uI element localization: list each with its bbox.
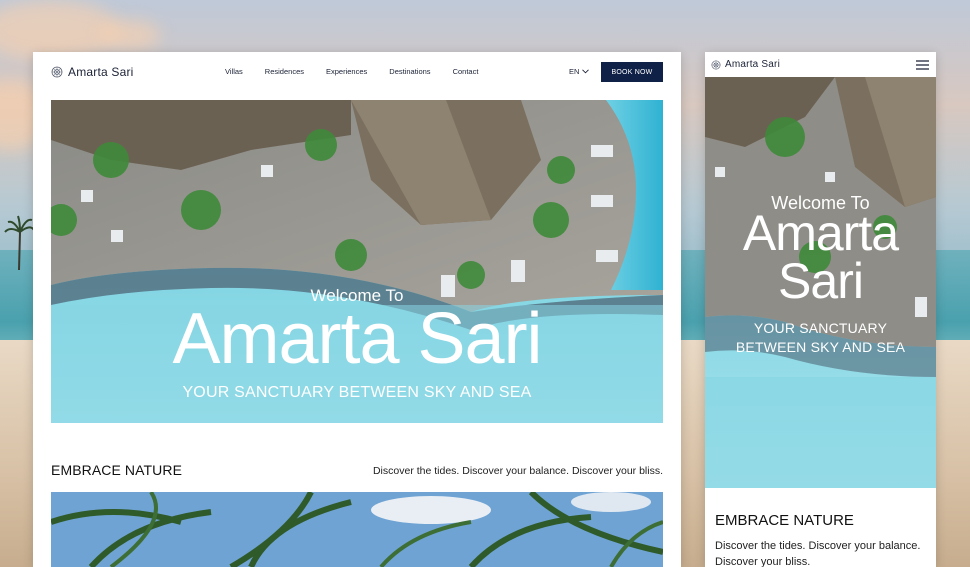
- nav-contact[interactable]: Contact: [453, 67, 479, 76]
- mobile-hero-subtitle-line2: BETWEEN SKY AND SEA: [735, 339, 906, 355]
- language-selector[interactable]: EN: [569, 67, 590, 76]
- background-cloud: [100, 20, 160, 50]
- mobile-brand-name: Amarta Sari: [725, 59, 780, 70]
- brand-logo[interactable]: Amarta Sari: [51, 65, 134, 79]
- language-label: EN: [569, 67, 580, 76]
- nav-residences[interactable]: Residences: [265, 67, 304, 76]
- logo-mark-icon: [711, 60, 721, 69]
- logo-mark-icon: [51, 66, 63, 78]
- mobile-preview: Amarta Sari Welcome To Amarta Sari YOUR …: [705, 52, 936, 567]
- hero-image: Welcome To Amarta Sari YOUR SANCTUARY BE…: [51, 100, 663, 423]
- main-menu: Villas Residences Experiences Destinatio…: [225, 67, 478, 76]
- section-title: EMBRACE NATURE: [51, 462, 183, 478]
- hamburger-menu-icon[interactable]: [916, 60, 929, 70]
- nav-experiences[interactable]: Experiences: [326, 67, 367, 76]
- hero-title: Amarta Sari: [172, 299, 542, 379]
- palm-sky-photo: [51, 492, 663, 567]
- chevron-down-icon: [582, 69, 590, 74]
- hero-subtitle: YOUR SANCTUARY BETWEEN SKY AND SEA: [182, 384, 532, 401]
- mobile-brand-logo[interactable]: Amarta Sari: [711, 59, 780, 70]
- nav-destinations[interactable]: Destinations: [389, 67, 430, 76]
- mobile-navbar: Amarta Sari: [705, 52, 936, 77]
- brand-name: Amarta Sari: [68, 65, 134, 79]
- mobile-hero-title: Amarta Sari: [705, 205, 936, 309]
- book-now-button[interactable]: BOOK NOW: [601, 62, 663, 82]
- palm-trees-image: [51, 492, 663, 567]
- mobile-hero-subtitle-line1: YOUR SANCTUARY: [753, 320, 888, 336]
- section-tagline: Discover the tides. Discover your balanc…: [372, 465, 663, 477]
- desktop-preview: Amarta Sari Villas Residences Experience…: [33, 52, 681, 567]
- mobile-hero-title-line1: Amarta: [742, 205, 899, 261]
- mobile-hero-subtitle: YOUR SANCTUARY BETWEEN SKY AND SEA: [705, 319, 936, 357]
- palm-tree-icon: [4, 215, 34, 270]
- nav-villas[interactable]: Villas: [225, 67, 243, 76]
- mobile-hero-title-line2: Sari: [778, 253, 864, 309]
- mobile-section-title: EMBRACE NATURE: [715, 512, 854, 529]
- mobile-section-tagline: Discover the tides. Discover your balanc…: [715, 540, 921, 567]
- mobile-hero-image: Welcome To Amarta Sari YOUR SANCTUARY BE…: [705, 77, 936, 488]
- desktop-navbar: Amarta Sari Villas Residences Experience…: [33, 52, 681, 92]
